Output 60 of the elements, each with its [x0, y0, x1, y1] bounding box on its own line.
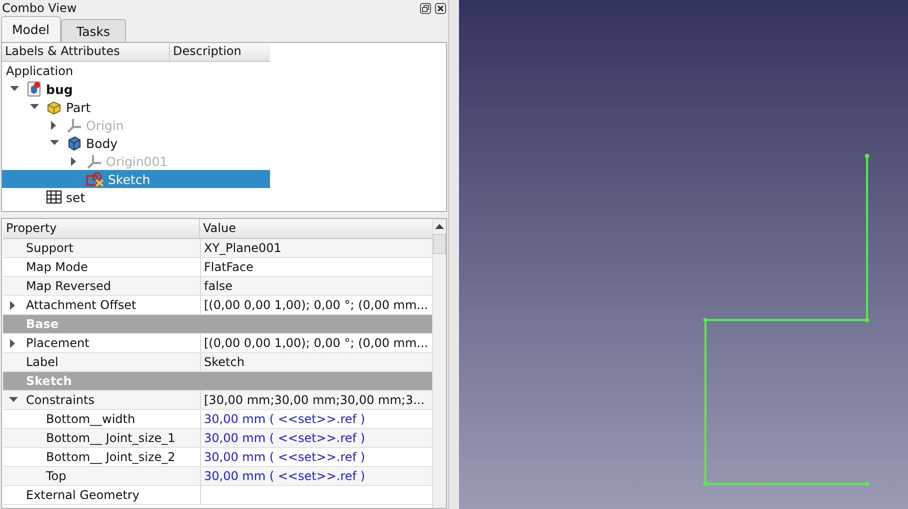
property-name: Attachment Offset — [23, 296, 201, 314]
property-value[interactable]: XY_Plane001 — [201, 241, 282, 255]
axes-icon — [66, 117, 82, 133]
document-icon — [26, 81, 42, 97]
panel-title: Combo View — [2, 1, 77, 15]
property-name: External Geometry — [23, 486, 201, 504]
property-name: Support — [23, 239, 201, 257]
float-icon[interactable] — [420, 2, 431, 14]
3d-viewport[interactable] — [459, 0, 908, 509]
property-value[interactable]: 30,00 mm ( <<set>>.ref ) — [201, 450, 366, 464]
expand-arrow-icon[interactable] — [51, 120, 57, 130]
expand-arrow-icon[interactable] — [10, 300, 16, 310]
collapse-arrow-icon[interactable] — [30, 104, 38, 110]
scroll-thumb[interactable] — [433, 234, 446, 254]
property-name: Bottom__width — [23, 410, 201, 428]
column-header[interactable]: Property — [3, 219, 200, 238]
scroll-up-icon[interactable] — [435, 224, 444, 229]
property-name: Top — [23, 467, 201, 485]
column-header[interactable]: Value — [200, 219, 239, 238]
tree-item[interactable]: Sketch — [2, 170, 270, 188]
property-name: Constraints — [23, 391, 201, 409]
group-label: Sketch — [26, 374, 72, 388]
property-value[interactable]: false — [201, 279, 233, 293]
group-label: Base — [26, 317, 59, 331]
scrollbar[interactable] — [432, 219, 446, 508]
tab[interactable]: Model — [1, 16, 61, 42]
property-value[interactable]: [30,00 mm;30,00 mm;30,00 mm;3... — [201, 393, 425, 407]
tree-item[interactable]: Part — [2, 98, 270, 116]
property-value[interactable]: 30,00 mm ( <<set>>.ref ) — [201, 431, 366, 445]
collapse-arrow-icon[interactable] — [50, 140, 58, 146]
column-header[interactable]: Labels & Attributes — [2, 43, 170, 61]
expand-arrow-icon[interactable] — [10, 338, 16, 348]
property-name: Map Mode — [23, 258, 201, 276]
property-value[interactable]: [(0,00 0,00 1,00); 0,00 °; (0,00 mm... — [201, 336, 428, 350]
collapse-arrow-icon[interactable] — [10, 86, 18, 92]
close-icon[interactable] — [435, 2, 446, 14]
sketch-icon — [86, 171, 104, 187]
property-name: Map Reversed — [23, 277, 201, 295]
tree-root-label: Application — [5, 63, 74, 80]
tree-item[interactable]: Body — [2, 134, 270, 152]
collapse-arrow-icon[interactable] — [8, 397, 18, 403]
property-value[interactable]: 30,00 mm ( <<set>>.ref ) — [201, 469, 366, 483]
property-value[interactable]: Sketch — [201, 355, 244, 369]
spreadsheet-icon — [46, 189, 62, 205]
splitter-handle[interactable] — [448, 0, 459, 509]
part-icon — [46, 99, 62, 115]
tree-item[interactable]: set — [2, 188, 270, 206]
body-icon — [66, 135, 82, 151]
property-value[interactable]: FlatFace — [201, 260, 254, 274]
expand-arrow-icon[interactable] — [71, 156, 77, 166]
property-name: Placement — [23, 334, 201, 352]
column-header[interactable]: Description — [170, 43, 270, 61]
property-name: Bottom__ Joint_size_2 — [23, 448, 201, 466]
property-value[interactable]: [(0,00 0,00 1,00); 0,00 °; (0,00 mm... — [201, 298, 428, 312]
tree-item[interactable]: bug — [2, 80, 270, 98]
property-name: Bottom__ Joint_size_1 — [23, 429, 201, 447]
tab[interactable]: Tasks — [60, 19, 126, 42]
axes-icon — [86, 153, 102, 169]
property-name: Label — [23, 353, 201, 371]
property-value[interactable]: 30,00 mm ( <<set>>.ref ) — [201, 412, 366, 426]
